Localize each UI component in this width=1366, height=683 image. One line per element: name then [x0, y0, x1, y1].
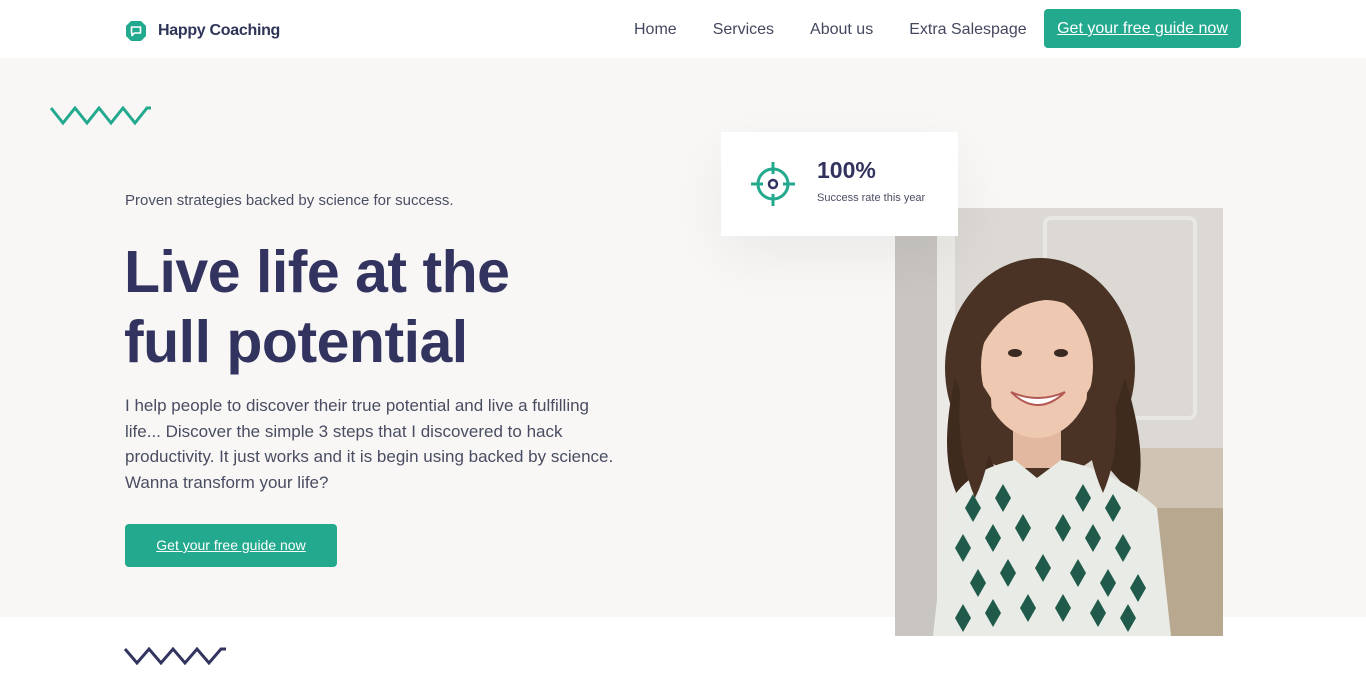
headline-line-1: Live life at the [124, 239, 510, 305]
target-icon [751, 162, 795, 206]
hero-cta-button[interactable]: Get your free guide now [125, 524, 337, 567]
stat-value: 100% [817, 157, 876, 183]
hero-description: I help people to discover their true pot… [125, 396, 614, 492]
nav-item-home[interactable]: Home [634, 20, 677, 40]
brand-logo[interactable]: Happy Coaching [124, 19, 280, 43]
nav-item-services[interactable]: Services [713, 20, 774, 40]
nav-item-extra-salespage[interactable]: Extra Salespage [909, 20, 1026, 40]
main-nav: Home Services About us Extra Salespage [634, 20, 1063, 40]
chat-bubble-icon [126, 21, 146, 41]
site-header: Happy Coaching Home Services About us Ex… [0, 0, 1366, 58]
portrait-image [895, 208, 1223, 636]
stat-label: Success rate this year [817, 192, 926, 204]
success-stat-card: 100% Success rate this year [721, 132, 958, 236]
brand-name: Happy Coaching [158, 22, 281, 39]
hero-eyebrow: Proven strategies backed by science for … [125, 192, 454, 209]
zigzag-decoration-bottom [124, 646, 226, 666]
headline-line-2: full potential [124, 309, 468, 375]
coach-portrait-photo [895, 208, 1223, 636]
nav-item-about-us[interactable]: About us [810, 20, 873, 40]
header-cta-button[interactable]: Get your free guide now [1044, 9, 1241, 48]
hero-headline: Live life at the full potential [124, 237, 644, 377]
zigzag-decoration [50, 106, 151, 126]
